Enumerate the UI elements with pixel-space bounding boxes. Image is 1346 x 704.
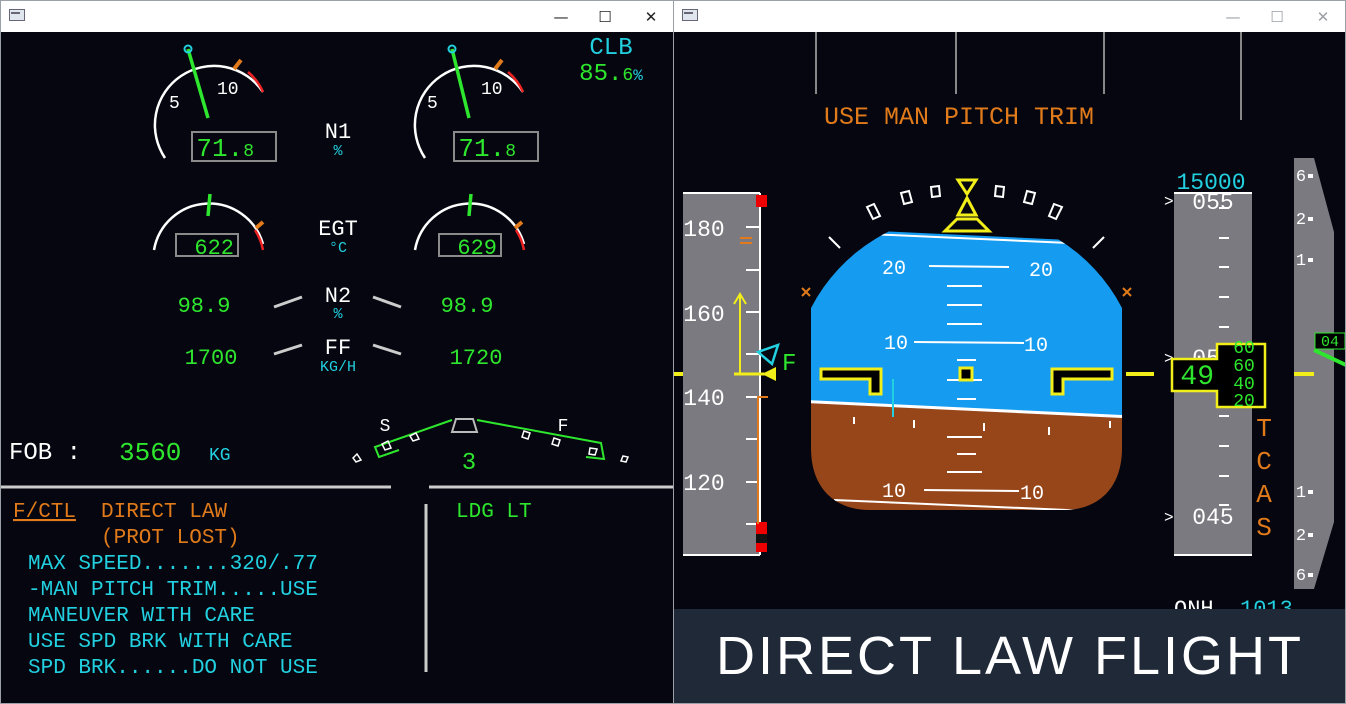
pfd-window: — ☐ ✕ USE MAN PITCH TRIM 180 1 60 140 120…: [673, 0, 1346, 704]
tcas-flag: C: [1256, 447, 1272, 477]
fob-unit: KG: [209, 446, 231, 466]
title-banner: DIRECT LAW FLIGHT: [674, 609, 1345, 703]
vs-value: 04: [1321, 334, 1339, 351]
decimal-digit: 8: [505, 142, 516, 162]
memo-line: -MAN PITCH TRIM.....USE: [28, 579, 318, 602]
maximize-button[interactable]: ☐: [582, 1, 628, 32]
alt-drum: 60: [1233, 339, 1255, 359]
vs-label: 6: [1296, 168, 1306, 187]
fob-label: FOB :: [9, 440, 81, 467]
window-titlebar: — ☐ ✕: [1, 1, 673, 32]
flaps-position: 3: [462, 450, 476, 477]
vs-label: 2: [1296, 527, 1306, 546]
pitch-label: 10: [1024, 335, 1048, 358]
vs-label: 1: [1296, 484, 1306, 503]
n1-label: N1: [325, 120, 351, 145]
n1-scale-low: 5: [427, 94, 438, 114]
decimal-digit: 8: [243, 142, 254, 162]
pitch-label: 10: [884, 333, 908, 356]
egt-right-gauge: 629: [413, 193, 526, 261]
n1-scale-high: 10: [217, 80, 239, 100]
pfd-display: USE MAN PITCH TRIM 180 160 140 120 F 20 …: [674, 32, 1345, 622]
memo-title: F/CTL: [13, 501, 76, 524]
pitch-label: 20: [1029, 260, 1053, 283]
memo-line: MANEUVER WITH CARE: [28, 605, 255, 628]
n1-right-gauge: 5 10 71.8: [413, 44, 539, 164]
tcas-flag: S: [1256, 513, 1272, 543]
alt-pointer: >: [1164, 193, 1174, 211]
ff-label: FF: [325, 336, 351, 361]
memo-line: SPD BRK......DO NOT USE: [28, 657, 318, 680]
speed-tick-label: 160: [683, 302, 724, 328]
n1-scale-low: 5: [169, 94, 180, 114]
alt-drum: 60: [1233, 357, 1255, 377]
pitch-label: 20: [882, 258, 906, 281]
n2-dash: [372, 295, 402, 309]
memo-line: MAX SPEED.......320/.77: [28, 553, 318, 576]
egt-left-value: 622: [194, 236, 234, 261]
flap-label: F: [558, 417, 569, 437]
app-icon: [9, 9, 25, 21]
ff-dash: [372, 343, 402, 356]
n2-unit: %: [333, 306, 343, 323]
vs-label: 1: [1296, 252, 1306, 271]
slat-label: S: [380, 417, 391, 437]
ff-dash: [273, 343, 303, 356]
ff-left-value: 1700: [185, 346, 238, 371]
memo-line: USE SPD BRK WITH CARE: [28, 631, 293, 654]
n1-left-value: 71.8: [196, 134, 254, 164]
close-button[interactable]: ✕: [1300, 1, 1345, 32]
app-icon: [682, 9, 698, 21]
egt-unit: °C: [329, 240, 347, 257]
speed-tick-label: 140: [683, 386, 724, 412]
speed-tape: 180 160 140 120 F: [683, 192, 796, 556]
minimize-button[interactable]: —: [538, 1, 584, 32]
alt-tick-label: 045: [1192, 505, 1233, 531]
decimal-digit: 6: [622, 66, 633, 86]
tcas-flag: T: [1256, 414, 1272, 444]
pitch-label: 10: [1020, 483, 1044, 506]
window-titlebar: — ☐ ✕: [674, 1, 1345, 32]
fma-message: USE MAN PITCH TRIM: [824, 103, 1094, 132]
ewd-window: — ☐ ✕ CLB 85.6% 5 10 71.8 5 10 71.8 N1 %…: [0, 0, 674, 704]
ff-unit: KG/H: [320, 359, 356, 376]
speed-tick-label: 180: [683, 217, 724, 243]
alt-target: 15000: [1176, 170, 1245, 196]
ewd-display: CLB 85.6% 5 10 71.8 5 10 71.8 N1 % 622 6…: [1, 35, 673, 680]
close-button[interactable]: ✕: [628, 1, 673, 32]
speed-tick-label: 120: [683, 471, 724, 497]
n1-left-gauge: 5 10 71.8: [153, 44, 277, 164]
n1-unit: %: [333, 143, 343, 160]
memo-subtitle: (PROT LOST): [101, 527, 240, 550]
egt-label: EGT: [318, 217, 358, 242]
egt-left-gauge: 622: [152, 193, 265, 261]
alt-readout-main: 49: [1180, 362, 1214, 393]
alt-pointer: >: [1164, 509, 1174, 527]
memo-right: LDG LT: [456, 501, 532, 524]
thrust-mode: CLB: [589, 35, 632, 62]
roll-index: [941, 178, 993, 233]
ff-right-value: 1720: [450, 346, 503, 371]
tcas-flag: A: [1256, 480, 1272, 510]
alt-drum: 20: [1233, 392, 1255, 412]
maximize-button[interactable]: ☐: [1254, 1, 1300, 32]
flaps-indicator: S F 3: [352, 417, 630, 477]
n1-scale-high: 10: [481, 80, 503, 100]
minimize-button[interactable]: —: [1210, 1, 1256, 32]
thrust-limit: 85.6%: [579, 61, 643, 88]
fob-value: 3560: [119, 438, 181, 468]
n2-dash: [273, 295, 303, 309]
n2-right-value: 98.9: [441, 294, 494, 319]
n1-right-value: 71.8: [458, 134, 516, 164]
n2-left-value: 98.9: [178, 294, 231, 319]
vs-label: 2: [1296, 211, 1306, 230]
vs-label: 6: [1296, 567, 1306, 586]
egt-right-value: 629: [457, 236, 497, 261]
pitch-label: 10: [882, 481, 906, 504]
memo-title-rest: DIRECT LAW: [101, 501, 227, 524]
speed-flap-marker: F: [782, 351, 796, 378]
